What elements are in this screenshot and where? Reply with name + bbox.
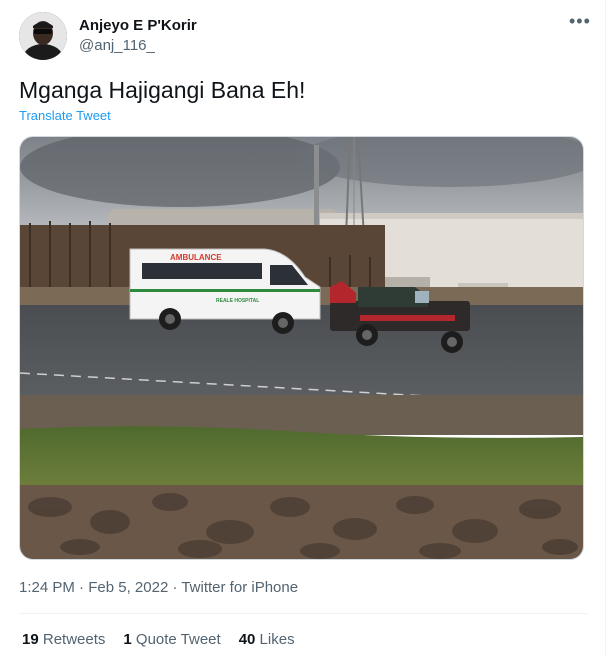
tweet-source: Twitter for iPhone	[181, 579, 299, 596]
more-options-icon[interactable]: •••	[569, 12, 590, 34]
likes-label: Likes	[259, 631, 295, 648]
tweet-text: Mganga Hajigangi Bana Eh!	[19, 77, 306, 103]
tweet-header: Anjeyo E P'Korir @anj_116_ •••	[19, 12, 590, 60]
retweets-label: Retweets	[42, 631, 106, 648]
quote-tweets-stat[interactable]: 1 Quote Tweet	[123, 630, 220, 650]
translate-tweet-link[interactable]: Translate Tweet	[19, 108, 111, 124]
avatar[interactable]	[19, 12, 67, 60]
author-names: Anjeyo E P'Korir @anj_116_	[79, 16, 197, 56]
hospital-label: REALE HOSPITAL	[216, 298, 259, 304]
engagement-stats: 19 Retweets 1 Quote Tweet 40 Likes	[22, 630, 313, 650]
tweet-timestamp: 1:24 PM · Feb 5, 2022 · Twitter for iPho…	[19, 578, 298, 598]
meta-separator: ·	[168, 579, 182, 596]
retweets-count: 19	[22, 631, 39, 648]
tweet-photo[interactable]: AMBULANCE REALE HOSPITAL	[19, 136, 584, 560]
likes-count: 40	[238, 631, 256, 648]
likes-stat[interactable]: 40 Likes	[239, 630, 295, 650]
quote-tweets-count: 1	[123, 631, 132, 648]
quote-tweets-label: Quote Tweet	[135, 631, 221, 648]
tweet-card: Anjeyo E P'Korir @anj_116_ ••• Mganga Ha…	[0, 0, 606, 657]
author-display-name[interactable]: Anjeyo E P'Korir	[79, 16, 197, 36]
retweets-stat[interactable]: 19 Retweets	[22, 630, 105, 650]
meta-separator: ·	[74, 579, 89, 596]
photo-scene: AMBULANCE REALE HOSPITAL	[20, 137, 583, 559]
tweet-date[interactable]: Feb 5, 2022	[88, 579, 168, 596]
tweet-time[interactable]: 1:24 PM	[19, 579, 75, 596]
divider	[19, 613, 587, 614]
ambulance-label: AMBULANCE	[170, 253, 222, 262]
author-handle[interactable]: @anj_116_	[79, 36, 197, 56]
